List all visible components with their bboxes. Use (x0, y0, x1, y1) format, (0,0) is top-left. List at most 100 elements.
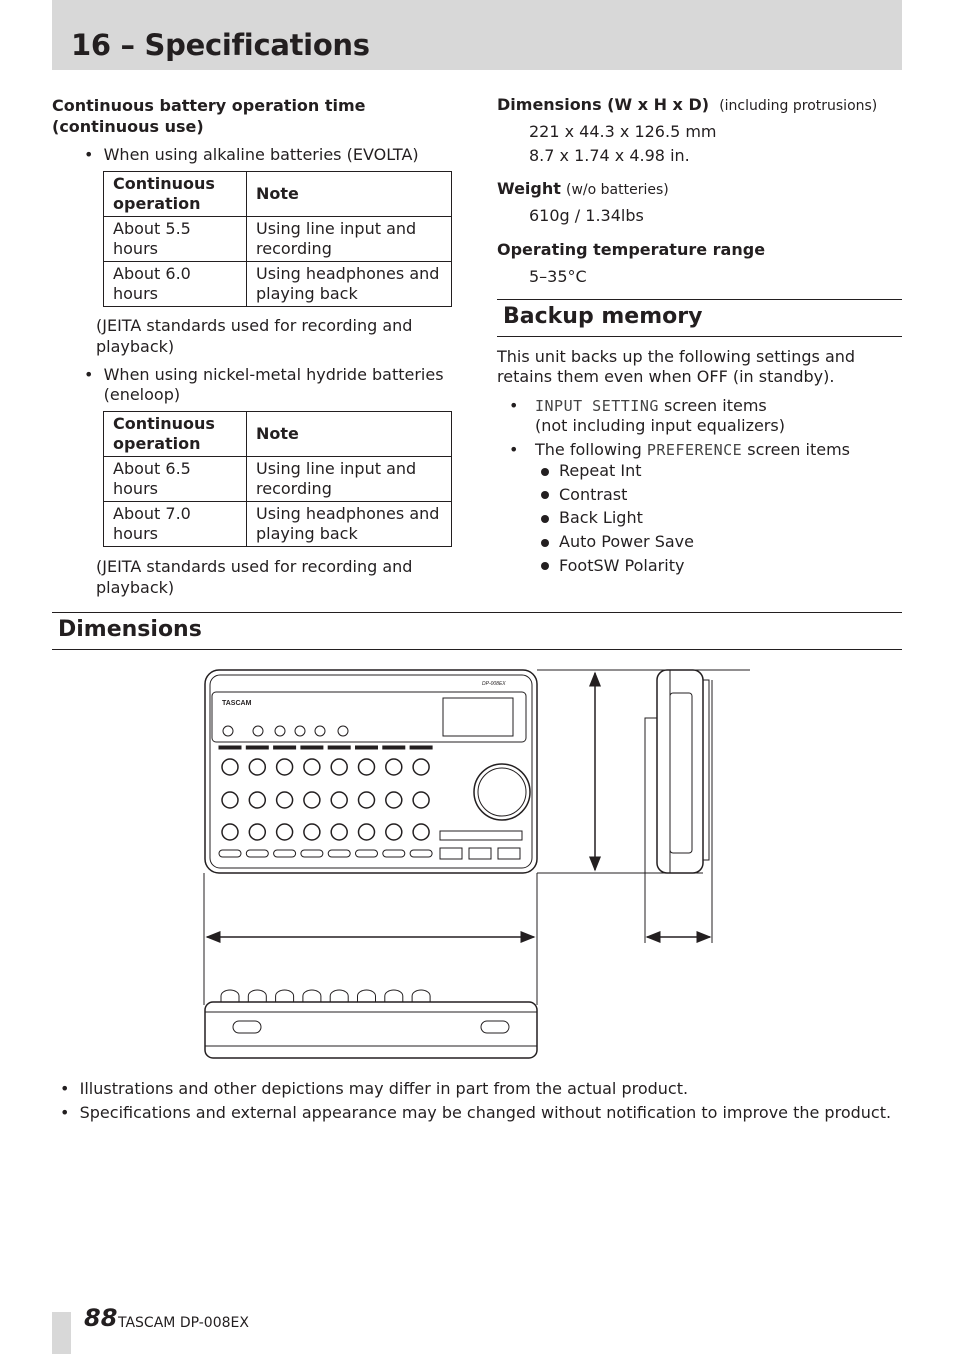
nimh-table: Continuous operation Note About 6.5 hours… (103, 411, 452, 547)
track-label (355, 745, 378, 750)
backup-item-preference: • The following PREFERENCE screen items (509, 440, 851, 459)
table-row: About 6.0 hours Using headphones and play… (103, 261, 452, 307)
rec-button (355, 849, 378, 858)
knob (330, 758, 348, 776)
footer-model: TASCAM DP-008EX (118, 1315, 249, 1331)
table-cell: Using line input and recording (246, 216, 452, 262)
screen-name: INPUT SETTING (535, 397, 659, 415)
knob (330, 791, 348, 809)
nimh-label-text: When using nickel-metal hydride batterie… (103, 365, 444, 404)
knob-grid (218, 725, 433, 858)
backup-memory-heading: Backup memory (503, 304, 703, 329)
table-row: About 5.5 hours Using line input and reco… (103, 216, 452, 262)
knob (357, 791, 376, 809)
table-header: Note (246, 171, 452, 217)
alkaline-table: Continuous operation Note About 5.5 hours… (103, 171, 452, 307)
dimensions-spec: Dimensions (W x H x D) (including protru… (497, 95, 877, 114)
backup-item-input-setting: • INPUT SETTING screen items (not includin… (509, 396, 785, 435)
knob (303, 758, 321, 776)
table-cell: About 5.5 hours (103, 216, 247, 262)
spec-label: Operating temperature range (497, 240, 766, 259)
knob (412, 823, 430, 841)
knob (303, 823, 321, 841)
knob (330, 823, 348, 841)
knob (221, 758, 239, 776)
side-view (644, 669, 710, 888)
knob-profile (302, 989, 322, 1002)
divider (497, 299, 902, 300)
table-cell: Using headphones and playing back (246, 261, 452, 307)
list-item: Repeat Int (541, 459, 694, 483)
alkaline-label: • When using alkaline batteries (EVOLTA) (84, 145, 419, 164)
rec-button (273, 849, 297, 858)
panel-button (252, 725, 264, 737)
panel-button (337, 725, 349, 737)
preference-list: Repeat Int Contrast Back Light Auto Powe… (541, 459, 694, 578)
table-header: Continuous operation (103, 171, 247, 217)
spec-value: 221 x 44.3 x 126.5 mm (529, 122, 717, 141)
footer-model-name: DP-008EX (179, 1315, 249, 1331)
table-cell: Using line input and recording (246, 456, 452, 502)
list-item: • Specifications and external appearance… (60, 1103, 892, 1122)
knob-profile (384, 989, 404, 1002)
divider (52, 612, 902, 613)
table-cell: Using headphones and playing back (246, 501, 452, 547)
item-text: The following (535, 440, 647, 459)
divider (52, 649, 902, 650)
track-label (300, 745, 324, 750)
knob (248, 823, 267, 841)
knob (385, 758, 403, 776)
list-item-text: Back Light (559, 508, 643, 528)
track-label (327, 745, 351, 750)
rec-button (300, 849, 324, 858)
knob (275, 758, 294, 776)
track-label (382, 745, 406, 750)
track-label (409, 745, 433, 750)
page-number: 88 (84, 1304, 118, 1332)
knob-profile (220, 989, 240, 1002)
item-subtext: (not including input equalizers) (535, 416, 785, 435)
dimensions-diagram: TASCAM DP-008EX (203, 669, 750, 1059)
table-row: About 6.5 hours Using line input and reco… (103, 456, 452, 502)
table-row: About 7.0 hours Using headphones and play… (103, 501, 452, 547)
knob (357, 758, 376, 776)
alkaline-note: (JEITA standards used for recording and … (96, 316, 413, 356)
rec-button (409, 849, 433, 858)
list-item: Contrast (541, 483, 694, 507)
panel-button (274, 725, 286, 737)
screen-name: PREFERENCE (646, 441, 743, 459)
panel-button (222, 725, 234, 737)
knob (275, 823, 294, 841)
table-cell: About 6.0 hours (103, 261, 247, 307)
list-item: Back Light (541, 506, 694, 530)
battery-heading: Continuous battery operation time (conti… (52, 96, 366, 136)
knob-profile (357, 989, 376, 1002)
panel-button (294, 725, 306, 737)
page-header: 16 – Specifications (52, 0, 902, 70)
rec-button (327, 849, 351, 858)
page-title: 16 – Specifications (71, 28, 370, 62)
table-header: Continuous operation (103, 411, 247, 457)
knob (412, 791, 430, 809)
rec-button (382, 849, 406, 858)
model-text: DP-008EX (482, 681, 506, 687)
list-item-text: Repeat Int (559, 461, 642, 480)
knob-profile (247, 989, 267, 1002)
footer-brand: TASCAM (118, 1315, 176, 1331)
front-panel-view: TASCAM DP-008EX (204, 669, 538, 874)
knob (357, 823, 376, 841)
list-item-text: Auto Power Save (559, 532, 694, 552)
divider (497, 336, 902, 337)
track-label (273, 745, 297, 750)
nimh-label: • When using nickel-metal hydride batter… (84, 365, 444, 404)
spec-label: Weight (497, 179, 561, 198)
knob (303, 791, 321, 809)
footer-tab (52, 1312, 71, 1354)
spec-label: Dimensions (W x H x D) (497, 95, 710, 114)
weight-spec: Weight (w/o batteries) (497, 179, 669, 198)
knob-profile (275, 989, 295, 1002)
logo-text: TASCAM (222, 700, 252, 707)
item-text: screen items (658, 396, 767, 415)
list-item: FootSW Polarity (541, 554, 694, 578)
knob (248, 791, 267, 809)
